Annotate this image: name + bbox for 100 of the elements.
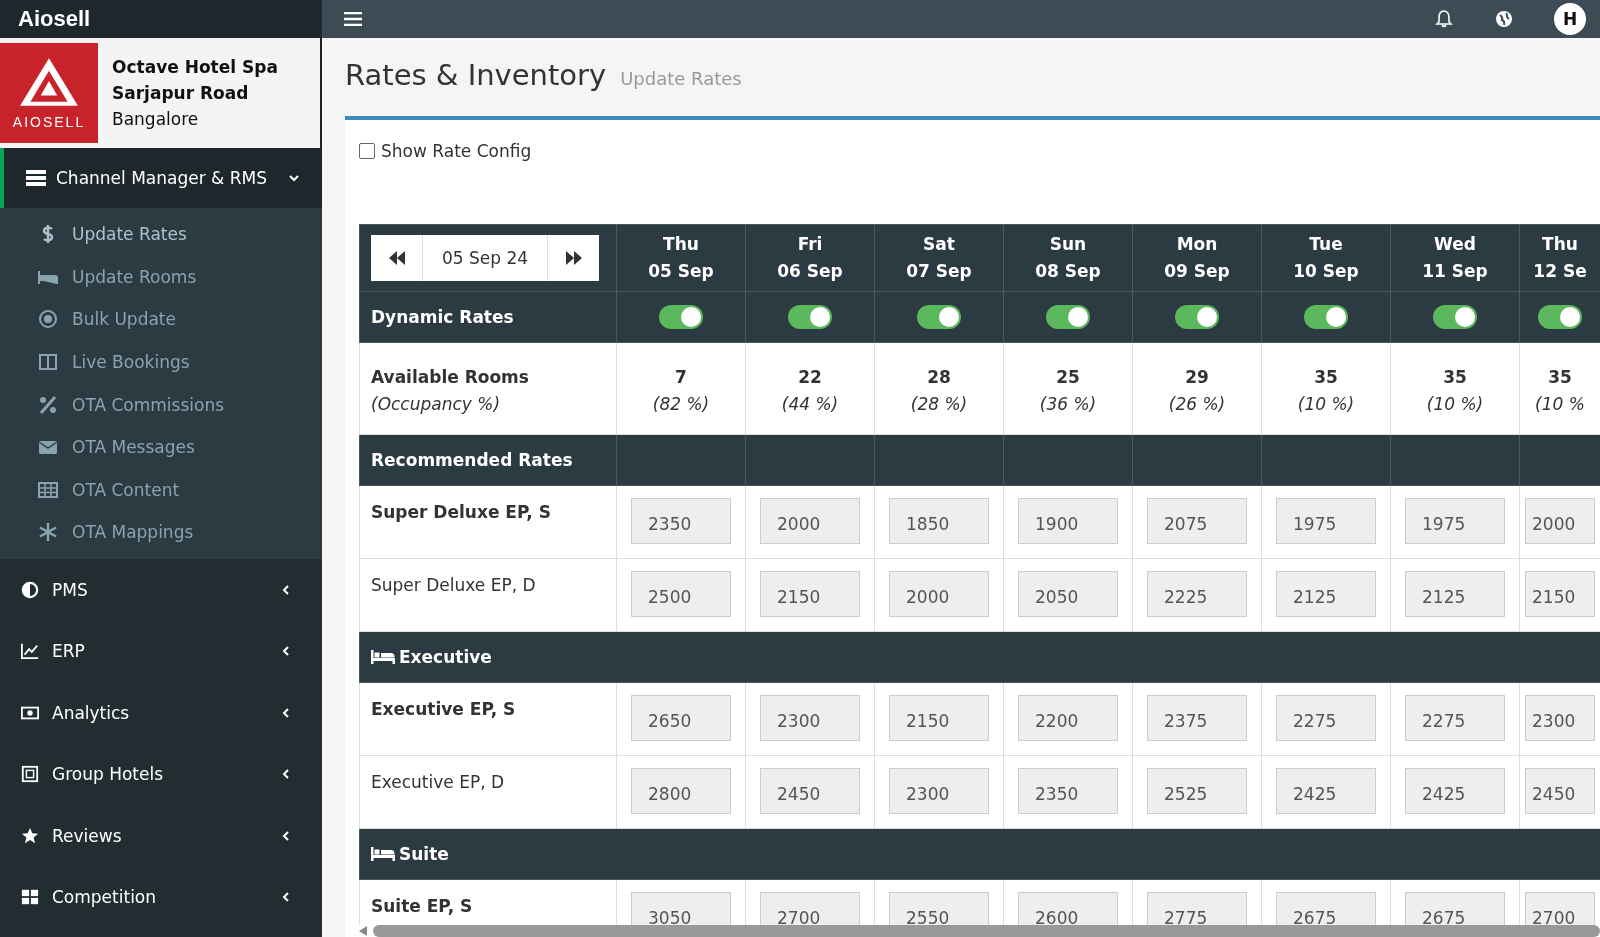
rate-input[interactable]: 2150 [760,571,860,617]
rate-input[interactable]: 2700 [760,892,860,925]
menu-item[interactable]: PMS [0,558,322,621]
horizontal-scrollbar[interactable] [359,925,1600,937]
submenu-item[interactable]: OTA Commissions [0,383,322,426]
menu-item[interactable]: Competition [0,866,322,928]
rate-input[interactable]: 2150 [1525,571,1595,617]
rate-input[interactable]: 2300 [760,695,860,741]
page-subtitle: Update Rates [620,68,742,89]
rate-input[interactable]: 2350 [631,498,731,544]
rate-input[interactable]: 2700 [1525,892,1595,925]
rate-input[interactable]: 2350 [1018,768,1118,814]
chevron-left-icon [280,768,292,780]
rate-input[interactable]: 2150 [889,695,989,741]
rate-input[interactable]: 2200 [1018,695,1118,741]
rooms-count: 29 [1184,365,1210,389]
occupancy: (36 %) [1038,392,1098,416]
submenu-item[interactable]: OTA Messages [0,425,322,469]
rate-input[interactable]: 2300 [1525,695,1595,741]
bell-icon[interactable] [1434,9,1454,29]
occupancy: (10 %) [1296,392,1356,416]
rate-input[interactable]: 1850 [889,498,989,544]
chevron-left-icon [280,706,292,719]
rate-input[interactable]: 2675 [1405,892,1505,925]
submenu-item[interactable]: Bulk Update [0,298,322,341]
scroll-left-icon[interactable] [359,926,367,936]
submenu-item[interactable]: OTA Mappings [0,511,322,554]
chevron-left-icon [280,829,292,842]
rate-input[interactable]: 2375 [1147,695,1247,741]
rate-input[interactable]: 2800 [631,768,731,814]
date-label: 11 Sep [1421,260,1489,283]
rate-input[interactable]: 2275 [1276,695,1376,741]
date-label: 10 Sep [1292,260,1360,283]
rate-input[interactable]: 2500 [631,571,731,617]
rooms-count: 7 [674,365,688,389]
menu-item[interactable]: Reviews [0,804,322,867]
occupancy: (10 %) [1425,392,1485,416]
rate-input[interactable]: 3050 [631,892,731,925]
rate-input[interactable]: 2225 [1147,571,1247,617]
triangle-logo-icon [18,56,80,108]
row-sublabel: (Occupancy %) [371,392,502,416]
date-label: 08 Sep [1034,260,1102,283]
rate-plan-name: Super Deluxe EP, D [371,575,536,595]
rooms-count: 25 [1055,365,1081,389]
toggle-switch[interactable] [1538,305,1582,329]
submenu-item[interactable]: Update Rates [0,213,322,256]
date-label: 09 Sep [1163,260,1231,283]
toggle-switch[interactable] [659,305,703,329]
rate-input[interactable]: 2075 [1147,498,1247,544]
globe-icon[interactable] [1494,9,1514,29]
day-label: Tue [1308,233,1344,256]
toggle-switch[interactable] [1175,305,1219,329]
chart-icon [20,642,40,660]
rate-input[interactable]: 2675 [1276,892,1376,925]
rate-input[interactable]: 2050 [1018,571,1118,617]
snow-icon [38,522,58,543]
brand-name: Aiosell [18,6,91,32]
next-button[interactable] [547,235,599,281]
rate-input[interactable]: 2275 [1405,695,1505,741]
submenu-item[interactable]: OTA Content [0,468,322,512]
rate-input[interactable]: 2450 [1525,768,1595,814]
half-icon [20,580,40,599]
rate-input[interactable]: 2125 [1276,571,1376,617]
toggle-switch[interactable] [1304,305,1348,329]
rate-plan-name: Executive EP, D [371,772,505,792]
rate-input[interactable]: 1900 [1018,498,1118,544]
toggle-switch[interactable] [788,305,832,329]
rate-input[interactable]: 2000 [760,498,860,544]
rate-input[interactable]: 1975 [1405,498,1505,544]
rate-input[interactable]: 1975 [1276,498,1376,544]
star-icon [20,826,40,845]
rate-input[interactable]: 2300 [889,768,989,814]
submenu-item[interactable]: Update Rooms [0,255,322,299]
checkbox[interactable] [359,143,375,159]
rate-input[interactable]: 2425 [1405,768,1505,814]
rate-input[interactable]: 2000 [1525,498,1595,544]
rate-input[interactable]: 2450 [760,768,860,814]
previous-button[interactable] [371,235,423,281]
user-avatar[interactable]: H [1554,3,1586,35]
menu-section[interactable]: Channel Manager & RMS [0,148,322,208]
rate-input[interactable]: 2775 [1147,892,1247,925]
building-icon [20,765,40,783]
rate-input[interactable]: 2525 [1147,768,1247,814]
toggle-switch[interactable] [1433,305,1477,329]
row-label: Dynamic Rates [371,307,514,327]
rate-input[interactable]: 2425 [1276,768,1376,814]
menu-icon[interactable] [344,12,362,26]
toggle-switch[interactable] [917,305,961,329]
menu-item[interactable]: Analytics [0,681,322,744]
rate-input[interactable]: 2125 [1405,571,1505,617]
toggle-switch[interactable] [1046,305,1090,329]
rate-input[interactable]: 2000 [889,571,989,617]
rate-input[interactable]: 2550 [889,892,989,925]
rate-input[interactable]: 2600 [1018,892,1118,925]
rate-input[interactable]: 2650 [631,695,731,741]
date-label: 07 Sep [905,260,973,283]
menu-item[interactable]: Group Hotels [0,743,322,805]
menu-item[interactable]: ERP [0,620,322,682]
submenu-item[interactable]: Live Bookings [0,340,322,384]
double-right-icon [563,251,584,265]
